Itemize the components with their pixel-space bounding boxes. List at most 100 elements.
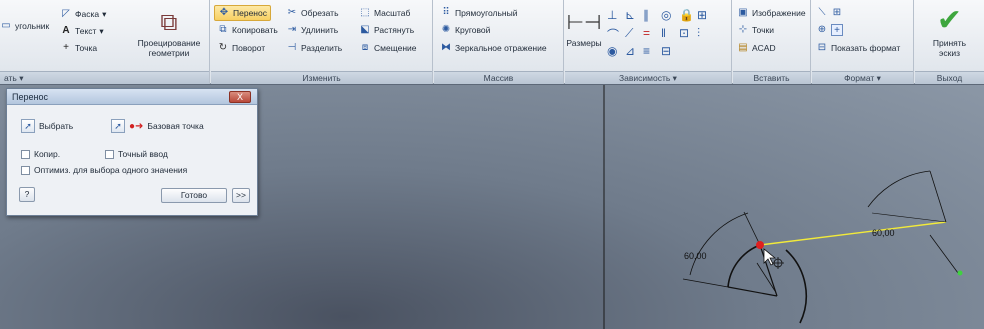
acad-icon: ▤ [738,42,748,53]
auto-dim-icon[interactable]: ⊞ [697,8,715,26]
mirror-icon: ⧓ [441,42,451,53]
points-label: Точки [752,25,774,35]
checkbox-box [21,165,30,175]
sketch-sector-preview: 60,00 [867,170,963,276]
base-point-button[interactable]: ➚ ●➜ Базовая точка [111,119,204,133]
format-panel-title[interactable]: Формат ▾ [812,71,913,84]
collinear-icon[interactable]: ⟋ [625,26,643,44]
split-label: Разделить [301,43,343,53]
extend-button[interactable]: ⇥ Удлинить [286,22,338,38]
extension-line [682,278,729,288]
rectangle-button[interactable]: ▭ угольник [0,18,49,34]
base-point-marker[interactable] [756,241,764,249]
points-button[interactable]: ⊹ Точки [737,22,774,38]
help-button[interactable]: ? [19,187,35,202]
show-format-icon: ⊟ [817,42,827,53]
show-icon[interactable]: ⊡ [679,26,697,44]
optimize-checkbox[interactable]: Оптимиз. для выбора одного значения [21,165,187,175]
equal-icon[interactable]: = [643,26,661,44]
symmetric-icon[interactable]: ⫶ [697,26,715,44]
sketch-panel-title[interactable]: ать ▾ [0,71,209,84]
close-button[interactable]: X [229,91,251,103]
move-label: Перенос [233,8,267,18]
point-button[interactable]: + Точка [60,40,97,56]
vertical-icon[interactable]: ‖ [661,26,679,44]
base-point-icon: ●➜ [129,120,144,132]
precise-input-checkbox[interactable]: Точный ввод [105,149,168,159]
mirror-button[interactable]: ⧓ Зеркальное отражение [440,40,547,56]
green-endpoint [957,270,963,276]
circular-pattern-button[interactable]: ✺ Круговой [440,22,491,38]
copy-checkbox-label: Копир. [34,149,61,159]
scale-icon: ⬚ [360,7,370,18]
text-label: Текст [75,26,97,36]
copy-icon: ⧉ [219,24,227,35]
horizontal-icon[interactable]: ⊿ [625,44,643,62]
expand-button[interactable]: >> [232,188,250,203]
rectangle-label: угольник [15,21,50,31]
constrain-panel-title[interactable]: Зависимость ▾ [565,71,731,84]
dimension-button[interactable]: ⊢⊣ Размеры [566,8,602,48]
trim-label: Обрезать [301,8,339,18]
construction-button[interactable]: ⟍ ⊞ [816,5,843,21]
rect-pattern-button[interactable]: ⠿ Прямоугольный [440,5,517,21]
offset-button[interactable]: ⧈ Смещение [359,40,417,56]
move-button[interactable]: ✥ Перенос [214,5,271,21]
image-button[interactable]: ▣ Изображение [737,5,805,21]
exit-panel-title: Выход [915,71,984,84]
text-icon: A [62,25,70,36]
concentric-icon[interactable]: ◉ [607,44,625,62]
pattern-panel-title: Массив [434,71,563,84]
modify-panel: ✥ Перенос ⧉ Копировать ↻ Поворот ✂ Обрез… [211,0,433,84]
dimension-value-left[interactable]: 60,00 [684,251,707,261]
base-point-label: Базовая точка [147,121,204,131]
text-button[interactable]: A Текст ▾ [60,23,103,39]
dimension-arc [689,212,749,276]
tangent-icon[interactable]: ⌒ [607,26,625,44]
cursor-select-icon: ➚ [111,119,125,133]
radius-line [756,262,776,292]
dimension-label: Размеры [566,38,602,48]
acad-button[interactable]: ▤ ACAD [737,40,775,56]
smooth-icon[interactable]: ≡ [643,44,661,62]
scale-button[interactable]: ⬚ Масштаб [359,5,410,21]
scale-label: Масштаб [374,8,411,18]
rectangle-icon: ▭ [1,20,11,31]
parallel-icon[interactable]: ∥ [643,8,661,26]
show-format-button[interactable]: ⊟ Показать формат [816,40,900,56]
mirror-label: Зеркальное отражение [455,43,547,53]
stretch-icon: ⬕ [360,24,370,35]
chevron-down-icon: ▾ [102,8,107,19]
done-button[interactable]: Готово [161,188,227,203]
lock-icon[interactable]: 🔒 [679,8,697,26]
projection-button[interactable]: ⧉ Проецирование геометрии [130,8,208,58]
select-button[interactable]: ➚ Выбрать [21,119,73,133]
coincident-icon[interactable]: ◎ [661,8,679,26]
cursor-select-icon: ➚ [21,119,35,133]
image-icon: ▣ [738,7,748,18]
move-dialog: Перенос X ➚ Выбрать ➚ ●➜ Базовая точка К… [6,88,258,216]
center-point-button[interactable]: ⊕ + [816,22,843,38]
center-point-icon: ⊕ [817,24,827,35]
fix-icon[interactable]: ⊥ [607,8,625,26]
dialog-title[interactable]: Перенос [7,89,257,105]
construction-icon: ⟍ [818,7,826,18]
optimize-label: Оптимиз. для выбора одного значения [34,165,188,175]
constraint-settings-icon[interactable]: ⊟ [661,44,679,62]
checkbox-box [21,149,30,159]
sketch-sector-left[interactable]: 60,00 [682,211,808,324]
offset-label: Смещение [374,43,417,53]
rotate-button[interactable]: ↻ Поворот [217,40,265,56]
trim-button[interactable]: ✂ Обрезать [286,5,339,21]
stretch-button[interactable]: ⬕ Растянуть [359,22,414,38]
chamfer-button[interactable]: ◸ Фаска ▾ [60,6,106,22]
accept-sketch-button[interactable]: ✔ Принять эскиз [915,4,984,58]
copy-button[interactable]: ⧉ Копировать [217,22,277,38]
modify-panel-title: Изменить [211,71,432,84]
split-button[interactable]: ⊣ Разделить [286,40,343,56]
copy-checkbox[interactable]: Копир. [21,149,60,159]
sector-edge-line [727,286,778,297]
dimension-value-right[interactable]: 60,00 [872,228,895,238]
perpendicular-icon[interactable]: ⊾ [625,8,643,26]
ribbon: ▭ угольник ◸ Фаска ▾ A Текст ▾ + Точка ⧉… [0,0,984,84]
